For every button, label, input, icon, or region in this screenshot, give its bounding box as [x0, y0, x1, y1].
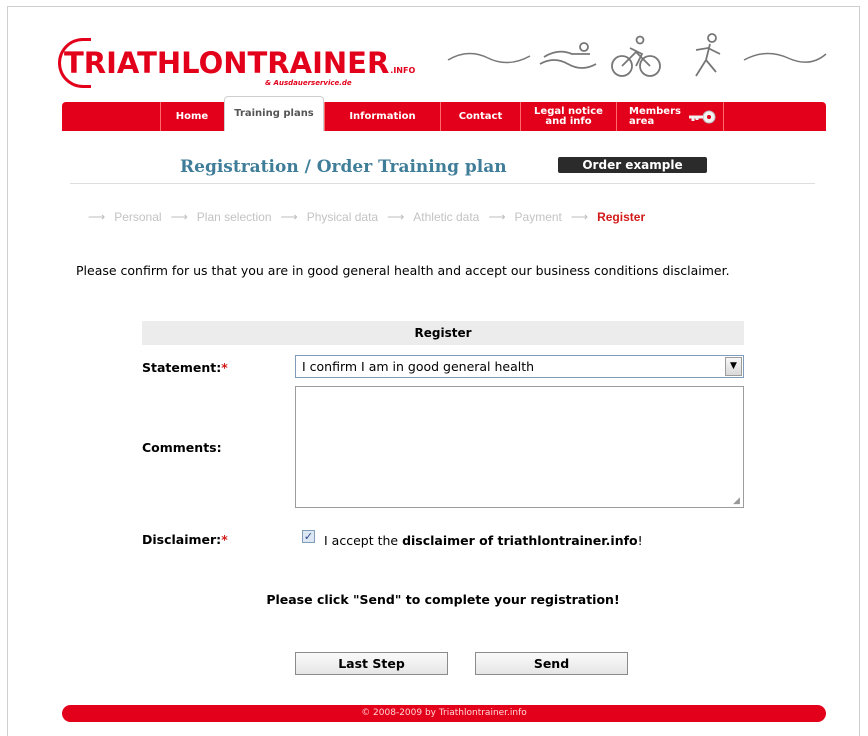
wave-left-icon — [447, 52, 531, 64]
main-nav: Home Training plans Information Contact … — [62, 96, 826, 131]
send-instruction: Please click "Send" to complete your reg… — [266, 592, 620, 607]
nav-tab-home[interactable]: Home — [160, 102, 223, 131]
arrow-icon: ⟶ — [170, 210, 188, 224]
last-step-button[interactable]: Last Step — [295, 652, 448, 675]
progress-steps: ⟶ Personal ⟶ Plan selection ⟶ Physical d… — [88, 210, 818, 224]
wave-right-icon — [743, 52, 827, 63]
nav-tab-training-plans[interactable]: Training plans — [224, 96, 324, 131]
cyclist-icon — [611, 35, 661, 77]
footer-bar: © 2008-2009 by Triathlontrainer.info — [62, 705, 826, 722]
arrow-icon: ⟶ — [570, 210, 589, 224]
required-mark: * — [221, 532, 228, 547]
step-personal: Personal — [114, 210, 162, 224]
step-plan-selection: Plan selection — [196, 210, 272, 224]
disclaimer-text: I accept the disclaimer of triathlontrai… — [324, 533, 643, 548]
resize-grip-icon[interactable]: ◢ — [733, 497, 742, 506]
comments-label: Comments: — [142, 440, 222, 455]
disclaimer-checkbox[interactable]: ✓ — [302, 530, 315, 543]
step-payment: Payment — [514, 210, 562, 224]
form-heading: Register — [142, 321, 744, 345]
nav-tab-information[interactable]: Information — [324, 102, 440, 131]
disclaimer-link[interactable]: disclaimer of triathlontrainer.info — [402, 533, 638, 548]
logo-subtitle: & Ausdauerservice.de — [265, 79, 352, 87]
order-example-button[interactable]: Order example — [558, 157, 707, 173]
disclaimer-label: Disclaimer:* — [142, 532, 228, 547]
step-physical-data: Physical data — [306, 210, 379, 224]
arrow-icon: ⟶ — [387, 210, 405, 224]
logo-suffix: .INFO — [390, 66, 416, 75]
key-icon — [688, 110, 716, 123]
chevron-down-icon[interactable]: ▼ — [725, 357, 742, 376]
intro-text: Please confirm for us that you are in go… — [76, 263, 730, 278]
sports-icons — [447, 33, 827, 77]
send-button[interactable]: Send — [475, 652, 628, 675]
title-divider — [70, 183, 815, 184]
nav-tab-legal-notice[interactable]: Legal notice and info — [520, 102, 616, 131]
comments-textarea[interactable] — [295, 386, 744, 508]
step-athletic-data: Athletic data — [413, 210, 480, 224]
statement-select[interactable]: I confirm I am in good general health ▼ — [295, 355, 744, 378]
swimmer-icon — [539, 42, 597, 69]
runner-icon — [695, 33, 721, 77]
arrow-icon: ⟶ — [488, 210, 506, 224]
nav-tab-members-area[interactable]: Members area — [616, 102, 724, 131]
nav-tab-contact[interactable]: Contact — [440, 102, 520, 131]
step-register: Register — [597, 210, 646, 224]
required-mark: * — [221, 360, 228, 375]
arrow-icon: ⟶ — [280, 210, 298, 224]
members-area-label: Members area — [629, 105, 681, 127]
logo-wordmark: TRIATHLONTRAINER.INFO — [58, 38, 416, 88]
page-title: Registration / Order Training plan — [180, 157, 507, 177]
arrow-icon: ⟶ — [88, 210, 106, 224]
statement-label: Statement:* — [142, 360, 228, 375]
